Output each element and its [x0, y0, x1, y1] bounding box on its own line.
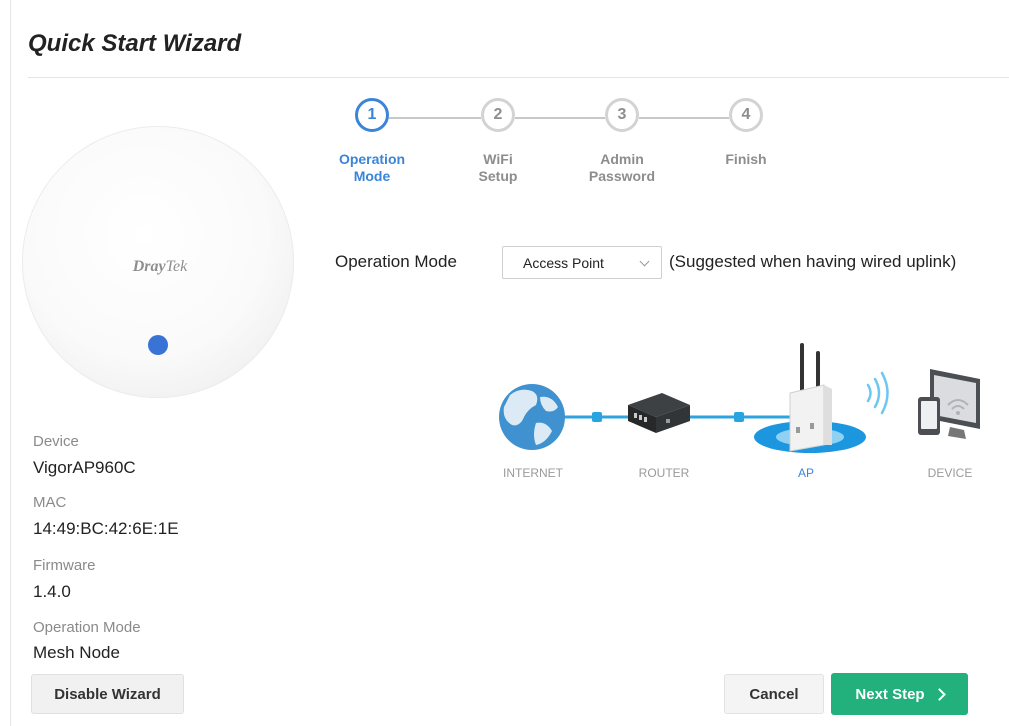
status-led	[148, 335, 168, 355]
internet-label: INTERNET	[503, 466, 563, 480]
step-4-circle: 4	[729, 98, 763, 132]
operation-mode-label: Operation Mode	[335, 252, 457, 271]
firmware-value: 1.4.0	[33, 582, 71, 601]
step-1-label: Operation Mode	[338, 151, 406, 184]
step-3-circle: 3	[605, 98, 639, 132]
chevron-down-icon	[639, 256, 650, 267]
firmware-label: Firmware	[33, 557, 96, 574]
operation-mode-select[interactable]: Access Point	[502, 246, 662, 279]
step-2-circle: 2	[481, 98, 515, 132]
operation-mode-selected-value: Access Point	[523, 254, 604, 271]
disable-wizard-button[interactable]: Disable Wizard	[31, 674, 184, 714]
mac-label: MAC	[33, 494, 67, 511]
router-icon	[628, 393, 690, 433]
title-divider	[28, 77, 1009, 78]
device-value: VigorAP960C	[33, 458, 136, 477]
ap-label: AP	[797, 466, 814, 480]
step-1-circle: 1	[355, 98, 389, 132]
globe-icon	[499, 384, 565, 450]
wifi-signal-icon	[866, 371, 889, 415]
device-label: Device	[33, 433, 79, 450]
step-connector	[389, 117, 481, 119]
left-border	[10, 0, 11, 726]
cable-connector	[734, 412, 744, 422]
next-step-label: Next Step	[855, 685, 925, 703]
devices-icon	[918, 369, 980, 439]
brand-logo: DrayTek	[132, 258, 188, 275]
cable-connector	[592, 412, 602, 422]
operation-mode-hint: (Suggested when having wired uplink)	[669, 252, 957, 271]
page-title: Quick Start Wizard	[28, 30, 242, 57]
step-2-label: WiFi Setup	[478, 151, 518, 184]
step-connector	[639, 117, 729, 119]
next-step-button[interactable]: Next Step	[831, 673, 968, 715]
step-connector	[515, 117, 605, 119]
step-4-label: Finish	[725, 151, 767, 167]
mac-value: 14:49:BC:42:6E:1E	[33, 519, 179, 538]
device-label-topology: DEVICE	[927, 466, 973, 480]
cancel-button[interactable]: Cancel	[724, 674, 824, 714]
access-point-icon	[754, 343, 866, 453]
chevron-right-icon	[932, 688, 946, 701]
operation-mode-info-label: Operation Mode	[33, 619, 141, 636]
router-label: ROUTER	[638, 466, 690, 480]
topology-diagram	[499, 343, 980, 453]
operation-mode-info-value: Mesh Node	[33, 643, 120, 662]
step-3-label: Admin Password	[588, 151, 656, 184]
